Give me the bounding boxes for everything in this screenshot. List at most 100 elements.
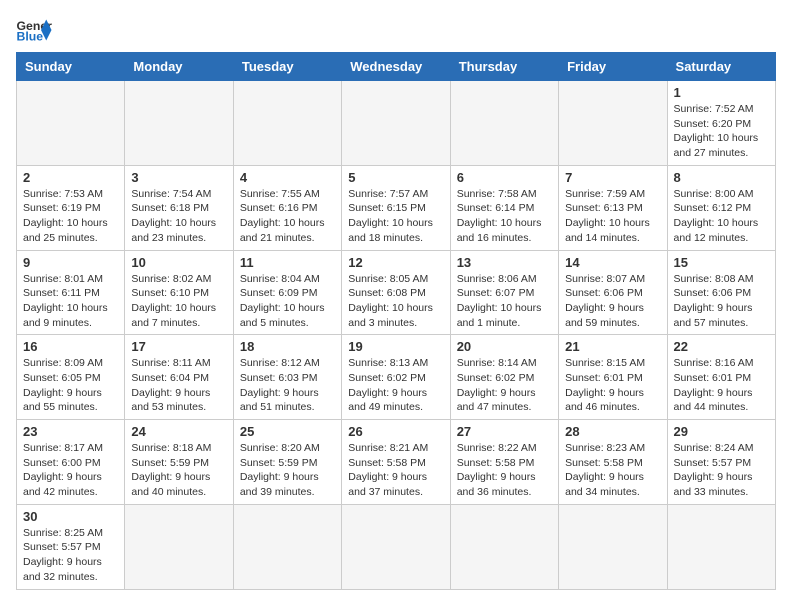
day-number: 19: [348, 339, 443, 354]
day-number: 11: [240, 255, 335, 270]
day-info: Sunrise: 8:00 AMSunset: 6:12 PMDaylight:…: [674, 187, 769, 246]
day-info: Sunrise: 7:54 AMSunset: 6:18 PMDaylight:…: [131, 187, 226, 246]
calendar-cell: 10 Sunrise: 8:02 AMSunset: 6:10 PMDayligh…: [125, 250, 233, 335]
day-number: 10: [131, 255, 226, 270]
day-number: 8: [674, 170, 769, 185]
calendar-cell: [233, 504, 341, 589]
calendar-cell: 16Sunrise: 8:09 AMSunset: 6:05 PMDayligh…: [17, 335, 125, 420]
day-number: 26: [348, 424, 443, 439]
logo-icon: General Blue: [16, 16, 52, 44]
calendar-cell: 7Sunrise: 7:59 AMSunset: 6:13 PMDaylight…: [559, 165, 667, 250]
day-number: 1: [674, 85, 769, 100]
day-info: Sunrise: 7:57 AMSunset: 6:15 PMDaylight:…: [348, 187, 443, 246]
day-info: Sunrise: 8:24 AMSunset: 5:57 PMDaylight:…: [674, 441, 769, 500]
day-info: Sunrise: 8:25 AMSunset: 5:57 PMDaylight:…: [23, 526, 118, 585]
day-number: 2: [23, 170, 118, 185]
day-header-sunday: Sunday: [17, 53, 125, 81]
calendar-cell: [125, 504, 233, 589]
day-number: 12: [348, 255, 443, 270]
day-header-thursday: Thursday: [450, 53, 558, 81]
calendar-cell: 5 Sunrise: 7:57 AMSunset: 6:15 PMDaylight…: [342, 165, 450, 250]
day-number: 18: [240, 339, 335, 354]
calendar: SundayMondayTuesdayWednesdayThursdayFrid…: [16, 52, 776, 590]
day-header-wednesday: Wednesday: [342, 53, 450, 81]
day-info: Sunrise: 8:18 AMSunset: 5:59 PMDaylight:…: [131, 441, 226, 500]
calendar-cell: 27 Sunrise: 8:22 AMSunset: 5:58 PMDayligh…: [450, 420, 558, 505]
calendar-cell: 22Sunrise: 8:16 AMSunset: 6:01 PMDayligh…: [667, 335, 775, 420]
day-info: Sunrise: 8:22 AMSunset: 5:58 PMDaylight:…: [457, 441, 552, 500]
calendar-cell: 28Sunrise: 8:23 AMSunset: 5:58 PMDayligh…: [559, 420, 667, 505]
calendar-cell: 19 Sunrise: 8:13 AMSunset: 6:02 PMDayligh…: [342, 335, 450, 420]
day-info: Sunrise: 8:12 AMSunset: 6:03 PMDaylight:…: [240, 356, 335, 415]
calendar-cell: 2 Sunrise: 7:53 AMSunset: 6:19 PMDaylight…: [17, 165, 125, 250]
week-row-2: 9Sunrise: 8:01 AMSunset: 6:11 PMDaylight…: [17, 250, 776, 335]
day-number: 4: [240, 170, 335, 185]
week-row-1: 2 Sunrise: 7:53 AMSunset: 6:19 PMDaylight…: [17, 165, 776, 250]
calendar-cell: [342, 504, 450, 589]
day-info: Sunrise: 8:09 AMSunset: 6:05 PMDaylight:…: [23, 356, 118, 415]
calendar-cell: [125, 81, 233, 166]
day-info: Sunrise: 7:55 AMSunset: 6:16 PMDaylight:…: [240, 187, 335, 246]
header: General Blue: [16, 16, 776, 44]
calendar-cell: [450, 81, 558, 166]
day-info: Sunrise: 8:02 AMSunset: 6:10 PMDaylight:…: [131, 272, 226, 331]
calendar-cell: [559, 81, 667, 166]
day-info: Sunrise: 8:07 AMSunset: 6:06 PMDaylight:…: [565, 272, 660, 331]
calendar-cell: 4 Sunrise: 7:55 AMSunset: 6:16 PMDaylight…: [233, 165, 341, 250]
calendar-cell: 20Sunrise: 8:14 AMSunset: 6:02 PMDayligh…: [450, 335, 558, 420]
day-header-monday: Monday: [125, 53, 233, 81]
day-number: 28: [565, 424, 660, 439]
day-number: 24: [131, 424, 226, 439]
day-number: 17: [131, 339, 226, 354]
calendar-cell: 14 Sunrise: 8:07 AMSunset: 6:06 PMDayligh…: [559, 250, 667, 335]
day-number: 5: [348, 170, 443, 185]
day-number: 14: [565, 255, 660, 270]
day-number: 21: [565, 339, 660, 354]
day-number: 25: [240, 424, 335, 439]
day-number: 27: [457, 424, 552, 439]
calendar-cell: 29 Sunrise: 8:24 AMSunset: 5:57 PMDayligh…: [667, 420, 775, 505]
day-header-friday: Friday: [559, 53, 667, 81]
svg-text:Blue: Blue: [17, 30, 44, 44]
day-info: Sunrise: 8:15 AMSunset: 6:01 PMDaylight:…: [565, 356, 660, 415]
calendar-cell: 30Sunrise: 8:25 AMSunset: 5:57 PMDayligh…: [17, 504, 125, 589]
week-row-3: 16Sunrise: 8:09 AMSunset: 6:05 PMDayligh…: [17, 335, 776, 420]
day-header-tuesday: Tuesday: [233, 53, 341, 81]
calendar-cell: 12Sunrise: 8:05 AMSunset: 6:08 PMDayligh…: [342, 250, 450, 335]
logo: General Blue: [16, 16, 56, 44]
calendar-cell: [559, 504, 667, 589]
calendar-cell: 11Sunrise: 8:04 AMSunset: 6:09 PMDayligh…: [233, 250, 341, 335]
calendar-cell: 6 Sunrise: 7:58 AMSunset: 6:14 PMDaylight…: [450, 165, 558, 250]
day-info: Sunrise: 7:53 AMSunset: 6:19 PMDaylight:…: [23, 187, 118, 246]
calendar-cell: 25 Sunrise: 8:20 AMSunset: 5:59 PMDayligh…: [233, 420, 341, 505]
calendar-cell: 9Sunrise: 8:01 AMSunset: 6:11 PMDaylight…: [17, 250, 125, 335]
calendar-cell: [450, 504, 558, 589]
day-info: Sunrise: 8:16 AMSunset: 6:01 PMDaylight:…: [674, 356, 769, 415]
calendar-cell: [342, 81, 450, 166]
day-info: Sunrise: 8:11 AMSunset: 6:04 PMDaylight:…: [131, 356, 226, 415]
calendar-cell: 17 Sunrise: 8:11 AMSunset: 6:04 PMDayligh…: [125, 335, 233, 420]
day-number: 3: [131, 170, 226, 185]
day-info: Sunrise: 8:21 AMSunset: 5:58 PMDaylight:…: [348, 441, 443, 500]
day-info: Sunrise: 8:06 AMSunset: 6:07 PMDaylight:…: [457, 272, 552, 331]
day-header-saturday: Saturday: [667, 53, 775, 81]
calendar-cell: 18 Sunrise: 8:12 AMSunset: 6:03 PMDayligh…: [233, 335, 341, 420]
calendar-cell: 1Sunrise: 7:52 AMSunset: 6:20 PMDaylight…: [667, 81, 775, 166]
calendar-cell: 24 Sunrise: 8:18 AMSunset: 5:59 PMDayligh…: [125, 420, 233, 505]
week-row-5: 30Sunrise: 8:25 AMSunset: 5:57 PMDayligh…: [17, 504, 776, 589]
calendar-cell: 8 Sunrise: 8:00 AMSunset: 6:12 PMDaylight…: [667, 165, 775, 250]
day-info: Sunrise: 8:13 AMSunset: 6:02 PMDaylight:…: [348, 356, 443, 415]
day-info: Sunrise: 8:17 AMSunset: 6:00 PMDaylight:…: [23, 441, 118, 500]
day-number: 6: [457, 170, 552, 185]
day-number: 23: [23, 424, 118, 439]
day-info: Sunrise: 8:08 AMSunset: 6:06 PMDaylight:…: [674, 272, 769, 331]
calendar-cell: [233, 81, 341, 166]
day-number: 20: [457, 339, 552, 354]
day-number: 15: [674, 255, 769, 270]
week-row-4: 23 Sunrise: 8:17 AMSunset: 6:00 PMDayligh…: [17, 420, 776, 505]
day-number: 9: [23, 255, 118, 270]
day-info: Sunrise: 8:20 AMSunset: 5:59 PMDaylight:…: [240, 441, 335, 500]
calendar-cell: [17, 81, 125, 166]
day-number: 29: [674, 424, 769, 439]
day-info: Sunrise: 7:58 AMSunset: 6:14 PMDaylight:…: [457, 187, 552, 246]
